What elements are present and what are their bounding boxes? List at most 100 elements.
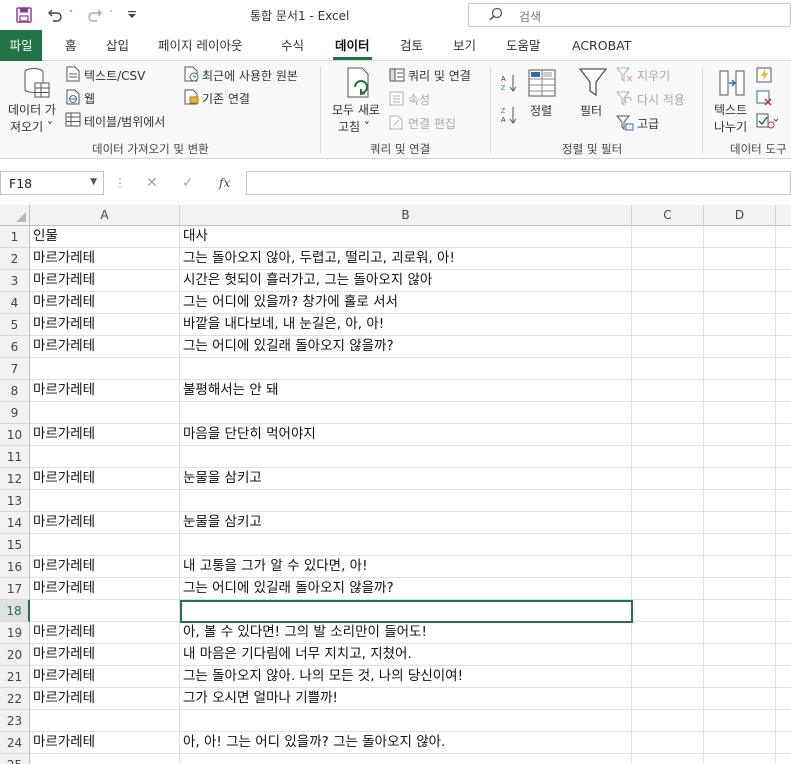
cell-b[interactable]: 마음을 단단히 먹어야지 <box>180 424 632 446</box>
cell-c[interactable] <box>632 556 704 578</box>
cell-c[interactable] <box>632 754 704 764</box>
cell-c[interactable] <box>632 710 704 732</box>
tab-formulas[interactable]: 수식 <box>281 30 304 61</box>
reapply-button[interactable]: 다시 적용 <box>637 91 685 108</box>
sort-button[interactable]: 정렬 <box>530 102 552 119</box>
tab-review[interactable]: 검토 <box>400 30 423 61</box>
data-validation-icon[interactable] <box>756 113 779 132</box>
tab-help[interactable]: 도움말 <box>506 30 541 61</box>
cell-a[interactable] <box>30 600 180 622</box>
cell-b[interactable] <box>180 754 632 764</box>
cancel-icon[interactable]: ✕ <box>146 175 158 191</box>
cell-e[interactable] <box>776 644 791 666</box>
redo-icon[interactable] <box>84 5 106 25</box>
row-header[interactable]: 14 <box>0 512 30 534</box>
cell-b[interactable] <box>180 490 632 512</box>
cell-a[interactable]: 마르가레테 <box>30 622 180 644</box>
text-to-columns-label-2[interactable]: 나누기 <box>714 118 747 135</box>
text-to-columns-icon[interactable] <box>718 67 748 102</box>
cell-d[interactable] <box>704 270 776 292</box>
cell-d[interactable] <box>704 446 776 468</box>
cell-b[interactable]: 눈물을 삼키고 <box>180 468 632 490</box>
existing-connections-button[interactable]: 기존 연결 <box>202 90 250 107</box>
tab-acrobat[interactable]: ACROBAT <box>572 30 631 61</box>
select-all-corner[interactable] <box>0 205 30 226</box>
filter-icon[interactable] <box>578 67 608 102</box>
cell-a[interactable]: 마르가레테 <box>30 314 180 336</box>
sort-za-icon[interactable]: ZA <box>500 105 518 128</box>
cell-e[interactable] <box>776 292 791 314</box>
cell-b[interactable]: 대사 <box>180 226 632 248</box>
cell-d[interactable] <box>704 490 776 512</box>
cell-a[interactable]: 마르가레테 <box>30 336 180 358</box>
row-header[interactable]: 13 <box>0 490 30 512</box>
cell-b[interactable]: 아, 볼 수 있다면! 그의 발 소리만이 들어도! <box>180 622 632 644</box>
cell-d[interactable] <box>704 402 776 424</box>
cell-a[interactable] <box>30 446 180 468</box>
cell-d[interactable] <box>704 754 776 764</box>
cell-e[interactable] <box>776 534 791 556</box>
cell-c[interactable] <box>632 600 704 622</box>
row-header[interactable]: 16 <box>0 556 30 578</box>
cell-b[interactable]: 그는 어디에 있길래 돌아오지 않을까? <box>180 578 632 600</box>
row-header[interactable]: 1 <box>0 226 30 248</box>
column-header-c[interactable]: C <box>632 205 704 226</box>
insert-function-icon[interactable]: fx <box>219 176 230 190</box>
cell-b[interactable]: 내 마음은 기다림에 너무 지치고, 지쳤어. <box>180 644 632 666</box>
cell-a[interactable]: 마르가레테 <box>30 688 180 710</box>
cell-c[interactable] <box>632 512 704 534</box>
cell-d[interactable] <box>704 358 776 380</box>
cell-b[interactable] <box>180 534 632 556</box>
text-to-columns-label-1[interactable]: 텍스트 <box>714 101 747 118</box>
cell-a[interactable]: 마르가레테 <box>30 468 180 490</box>
cell-c[interactable] <box>632 666 704 688</box>
redo-dropdown-icon[interactable]: ˅ <box>106 5 116 25</box>
cell-a[interactable]: 마르가레테 <box>30 270 180 292</box>
filter-button[interactable]: 필터 <box>580 102 602 119</box>
cell-d[interactable] <box>704 248 776 270</box>
cell-e[interactable] <box>776 512 791 534</box>
formula-input[interactable] <box>246 171 791 195</box>
row-header[interactable]: 11 <box>0 446 30 468</box>
cell-c[interactable] <box>632 578 704 600</box>
cell-c[interactable] <box>632 336 704 358</box>
cell-b[interactable] <box>180 402 632 424</box>
undo-icon[interactable] <box>44 5 66 25</box>
undo-dropdown-icon[interactable]: ˅ <box>66 5 76 25</box>
tab-home[interactable]: 홈 <box>65 30 77 61</box>
cell-e[interactable] <box>776 226 791 248</box>
cell-b[interactable] <box>180 710 632 732</box>
cell-a[interactable]: 마르가레테 <box>30 380 180 402</box>
sort-az-icon[interactable]: AZ <box>500 73 518 96</box>
cell-c[interactable] <box>632 644 704 666</box>
cell-a[interactable]: 마르가레테 <box>30 512 180 534</box>
cell-e[interactable] <box>776 336 791 358</box>
get-data-label-2[interactable]: 져오기 ˅ <box>10 118 53 135</box>
row-header[interactable]: 23 <box>0 710 30 732</box>
cell-d[interactable] <box>704 578 776 600</box>
row-header[interactable]: 9 <box>0 402 30 424</box>
cell-a[interactable]: 마르가레테 <box>30 292 180 314</box>
row-header[interactable]: 4 <box>0 292 30 314</box>
cell-d[interactable] <box>704 314 776 336</box>
cell-b[interactable]: 그는 돌아오지 않아. 나의 모든 것, 나의 당신이여! <box>180 666 632 688</box>
row-header[interactable]: 19 <box>0 622 30 644</box>
cell-b[interactable]: 바깥을 내다보네, 내 눈길은, 아, 아! <box>180 314 632 336</box>
row-header[interactable]: 2 <box>0 248 30 270</box>
cell-d[interactable] <box>704 380 776 402</box>
from-web-button[interactable]: 웹 <box>84 90 95 107</box>
row-header[interactable]: 6 <box>0 336 30 358</box>
cell-a[interactable]: 인물 <box>30 226 180 248</box>
more-options-icon[interactable]: ⋮ <box>114 176 126 190</box>
cell-c[interactable] <box>632 292 704 314</box>
queries-connections-button[interactable]: 쿼리 및 연결 <box>408 67 471 84</box>
cell-a[interactable]: 마르가레테 <box>30 556 180 578</box>
cell-b[interactable] <box>180 358 632 380</box>
cell-e[interactable] <box>776 556 791 578</box>
search-box[interactable]: 검색 <box>468 3 791 27</box>
advanced-button[interactable]: 고급 <box>637 115 659 132</box>
cell-c[interactable] <box>632 314 704 336</box>
row-header[interactable]: 3 <box>0 270 30 292</box>
tab-view[interactable]: 보기 <box>453 30 476 61</box>
cell-a[interactable]: 마르가레테 <box>30 248 180 270</box>
